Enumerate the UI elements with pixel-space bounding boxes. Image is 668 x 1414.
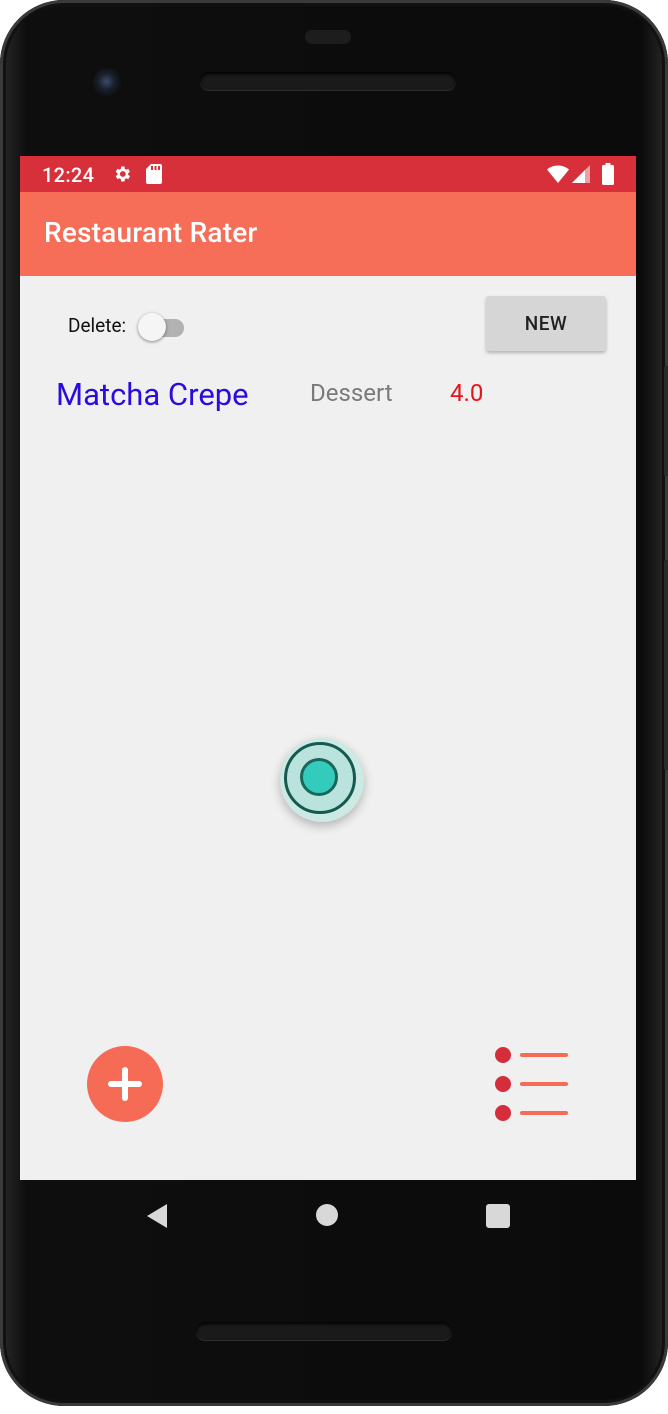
status-time: 12:24 [42,163,95,187]
gear-icon [115,166,130,182]
list-icon [495,1047,568,1121]
back-icon[interactable] [145,1203,169,1229]
sd-card-icon [146,164,162,184]
delete-label: Delete: [68,314,127,337]
phone-frame: 12:24 Restaurant Rater Delete: NEW Match… [0,0,668,1406]
list-view-button[interactable] [488,1044,572,1128]
plus-icon [108,1067,142,1101]
delete-switch[interactable] [138,311,188,341]
touch-indicator [280,738,364,822]
new-button[interactable]: NEW [486,296,606,351]
front-camera [93,68,123,98]
screen: 12:24 Restaurant Rater Delete: NEW Match… [20,156,636,1180]
battery-icon [602,163,614,185]
home-icon[interactable] [316,1204,338,1226]
top-speaker-grille [200,72,456,90]
restaurant-type: Dessert [310,379,393,407]
earpiece [305,30,351,44]
add-button[interactable] [87,1046,163,1122]
touch-dot [300,758,338,796]
signal-icon [572,165,590,183]
app-bar: Restaurant Rater [20,192,636,276]
status-bar: 12:24 [20,156,636,192]
list-item[interactable]: Matcha Crepe Dessert 4.0 [20,366,636,426]
app-title: Restaurant Rater [44,216,258,249]
switch-thumb [138,313,166,341]
power-button [664,366,668,476]
wifi-icon [547,165,569,183]
bottom-speaker-grille [196,1322,452,1340]
restaurant-rating: 4.0 [450,379,484,407]
volume-rocker [664,560,668,770]
restaurant-name: Matcha Crepe [56,376,249,413]
recents-icon[interactable] [486,1204,510,1228]
